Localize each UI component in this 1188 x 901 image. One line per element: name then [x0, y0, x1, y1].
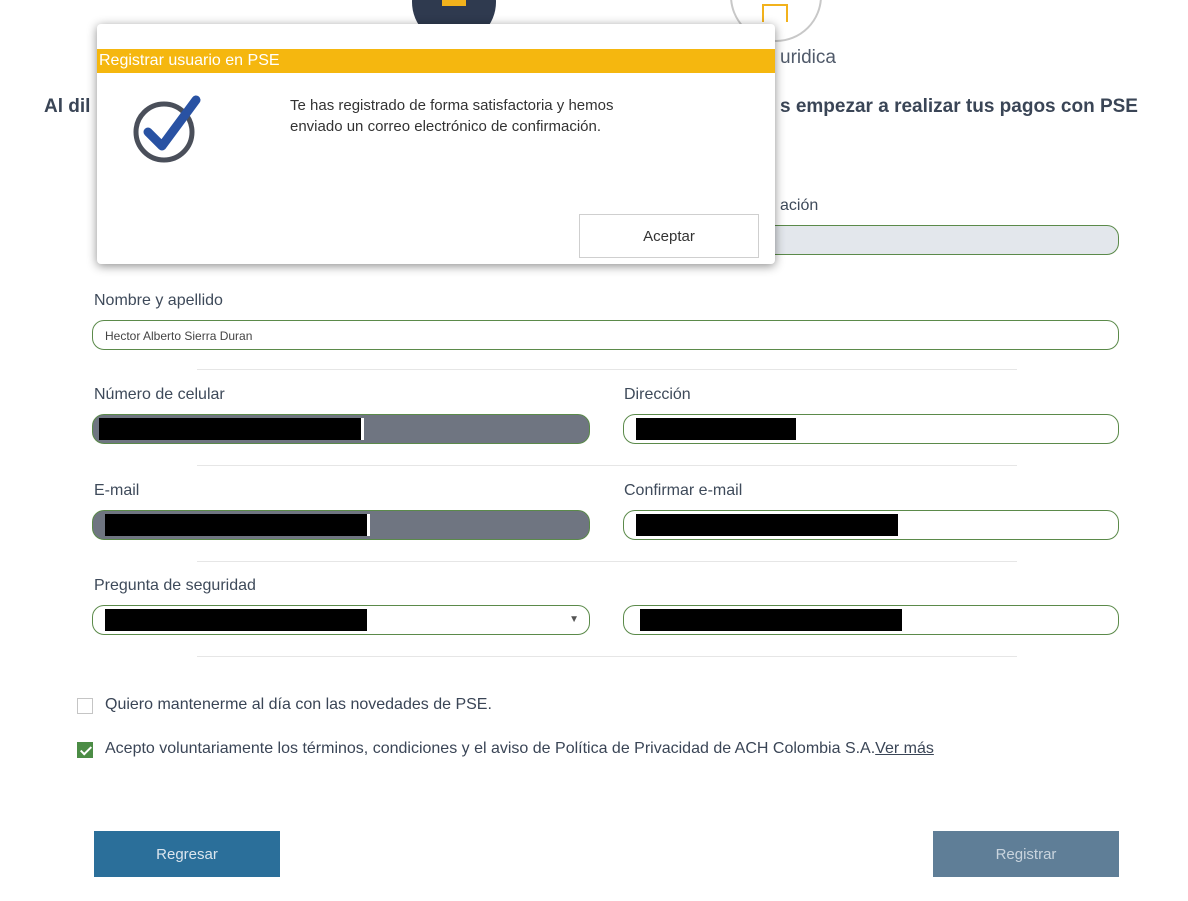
- step-label-juridica: uridica: [780, 47, 836, 68]
- terminos-checkbox[interactable]: [77, 742, 93, 758]
- nombre-value: Hector Alberto Sierra Duran: [105, 329, 253, 343]
- divider: [197, 561, 1017, 562]
- direccion-input[interactable]: [623, 414, 1119, 444]
- email-input[interactable]: [92, 510, 590, 540]
- celular-input[interactable]: [92, 414, 590, 444]
- pregunta-select[interactable]: ▼: [92, 605, 590, 635]
- window-edge-left: [0, 0, 7, 901]
- redacted-value: [105, 514, 370, 536]
- chevron-down-icon: ▼: [569, 614, 579, 625]
- terminos-label: Acepto voluntariamente los términos, con…: [105, 740, 934, 758]
- check-circle-icon: [133, 95, 201, 163]
- page-headline-left: Al dil: [44, 96, 91, 117]
- pregunta-label: Pregunta de seguridad: [94, 577, 256, 594]
- redacted-value: [636, 514, 901, 536]
- redacted-value: [636, 418, 799, 440]
- nombre-input[interactable]: Hector Alberto Sierra Duran: [92, 320, 1119, 350]
- divider: [197, 656, 1017, 657]
- regresar-button[interactable]: Regresar: [94, 831, 280, 877]
- identificacion-label: ación: [780, 197, 819, 214]
- direccion-label: Dirección: [624, 386, 691, 403]
- celular-label: Número de celular: [94, 386, 225, 403]
- redacted-value: [99, 418, 364, 440]
- nombre-label: Nombre y apellido: [94, 292, 223, 309]
- respuesta-input[interactable]: [623, 605, 1119, 635]
- confirm-email-input[interactable]: [623, 510, 1119, 540]
- aceptar-button[interactable]: Aceptar: [579, 214, 759, 258]
- dialog-message: Te has registrado de forma satisfactoria…: [290, 95, 710, 137]
- divider: [197, 465, 1017, 466]
- terminos-text: Acepto voluntariamente los términos, con…: [105, 740, 876, 757]
- redacted-value: [640, 609, 905, 631]
- registrar-button[interactable]: Registrar: [933, 831, 1119, 877]
- novedades-checkbox[interactable]: [77, 698, 93, 714]
- dialog-message-line: enviado un correo electrónico de confirm…: [290, 118, 602, 135]
- redacted-value: [105, 609, 370, 631]
- window-edge-right: [1181, 0, 1188, 901]
- dialog-message-line: Te has registrado de forma satisfactoria…: [290, 97, 614, 114]
- confirm-email-label: Confirmar e-mail: [624, 482, 743, 499]
- page-headline-right: s empezar a realizar tus pagos con PSE: [780, 96, 1138, 117]
- ver-mas-link[interactable]: Ver más: [875, 740, 934, 757]
- dialog-title: Registrar usuario en PSE: [97, 49, 775, 73]
- novedades-label: Quiero mantenerme al día con las novedad…: [105, 696, 492, 713]
- divider: [197, 369, 1017, 370]
- success-dialog: Registrar usuario en PSE Te has registra…: [97, 24, 775, 264]
- email-label: E-mail: [94, 482, 140, 499]
